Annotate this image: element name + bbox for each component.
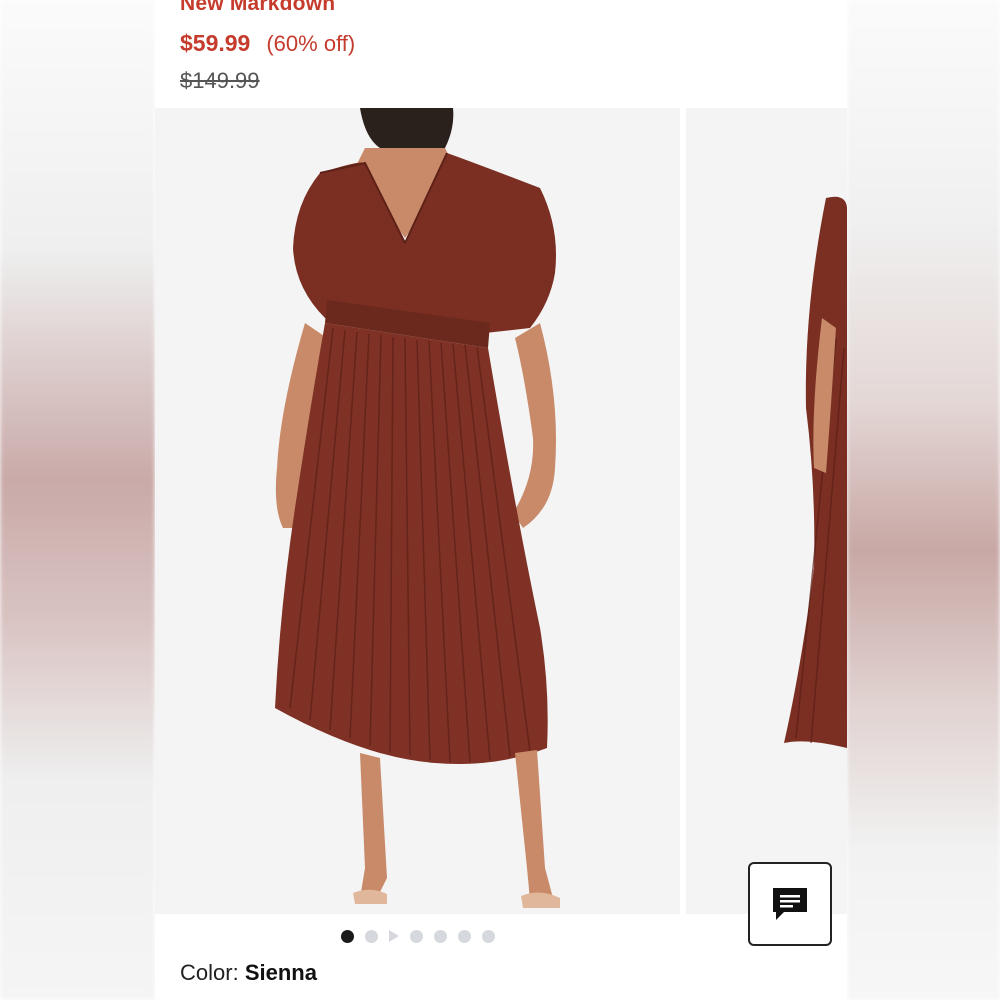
product-image-main[interactable]: [155, 108, 680, 914]
pagination-dot[interactable]: [481, 929, 495, 943]
gallery-pagination: [155, 924, 680, 948]
pagination-dot[interactable]: [364, 929, 378, 943]
dress-illustration: [275, 108, 560, 908]
product-panel: New Markdown $59.99 (60% off) $149.99 Co…: [155, 0, 847, 1000]
markdown-badge: New Markdown: [180, 0, 336, 15]
blurred-background-right: [847, 0, 1000, 1000]
product-image-gallery[interactable]: [155, 108, 847, 914]
pagination-dot[interactable]: [409, 929, 423, 943]
price-row: $59.99 (60% off): [180, 30, 355, 57]
sale-price: $59.99: [180, 30, 251, 56]
color-label: Color:: [180, 960, 239, 985]
discount-percent: (60% off): [266, 31, 356, 56]
blurred-background-left: [0, 0, 155, 1000]
chat-button[interactable]: [748, 862, 832, 946]
pagination-dot[interactable]: [433, 929, 447, 943]
chat-icon: [773, 888, 807, 920]
play-icon[interactable]: [388, 930, 399, 942]
pagination-dot[interactable]: [457, 929, 471, 943]
product-image-next[interactable]: [686, 108, 847, 914]
original-price: $149.99: [180, 68, 260, 93]
dress-illustration-partial: [784, 196, 847, 748]
color-selection: Color: Sienna: [180, 960, 317, 986]
pagination-dot-active[interactable]: [340, 929, 354, 943]
color-value: Sienna: [244, 960, 317, 985]
